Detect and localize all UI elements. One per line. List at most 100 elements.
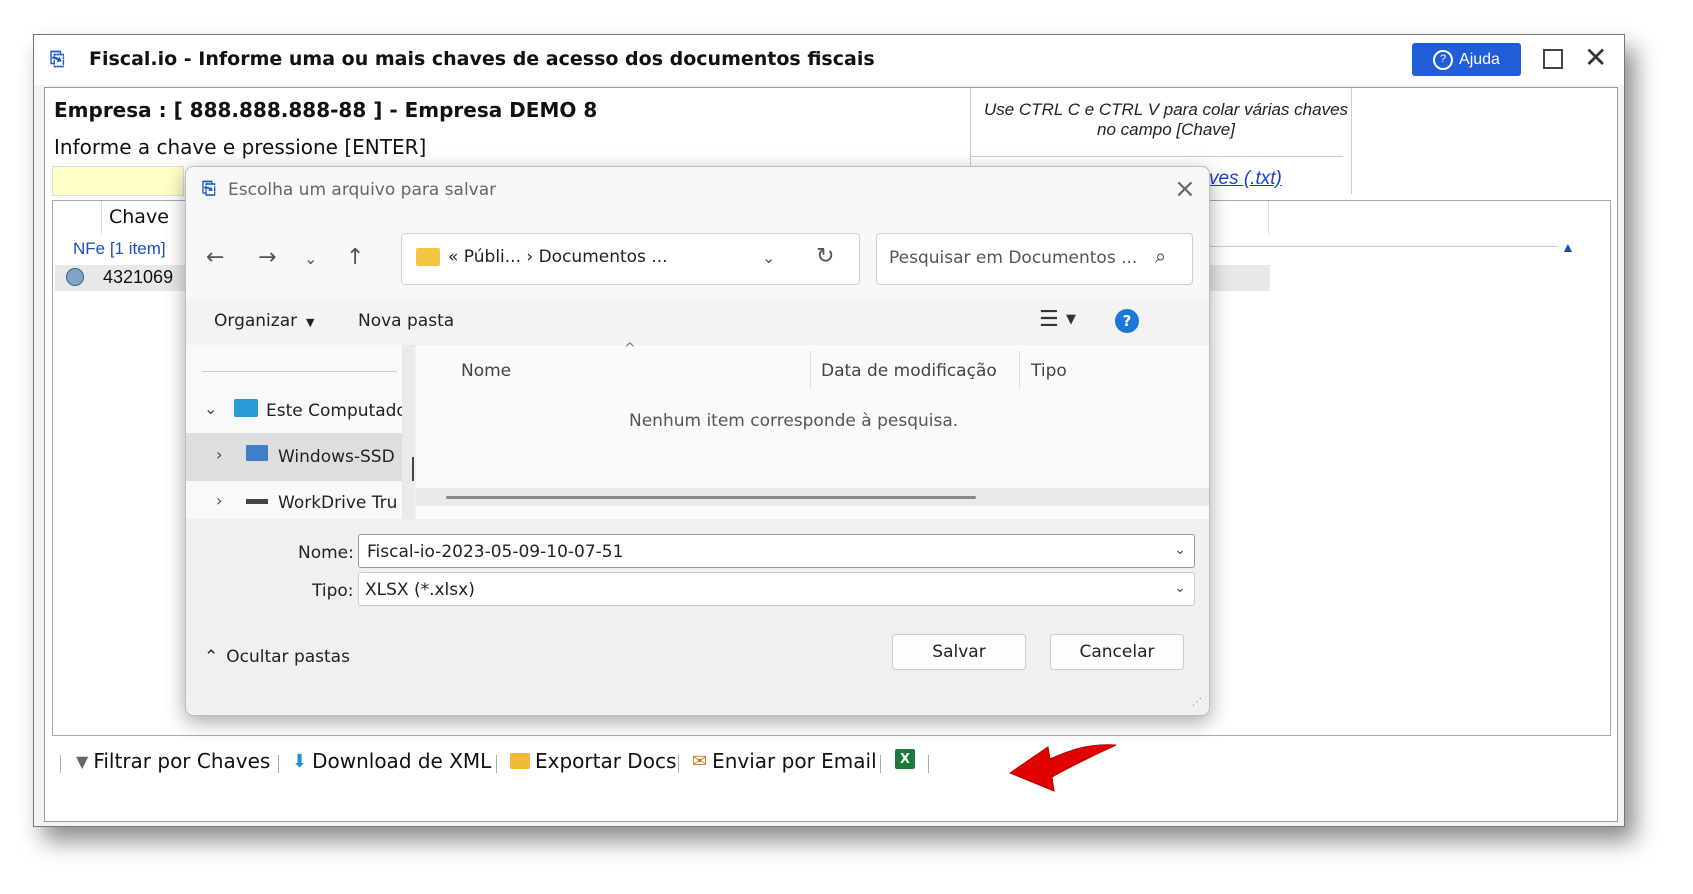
column-divider[interactable] [1019, 351, 1020, 389]
download-cloud-icon: ⬇ [292, 750, 308, 772]
divider [202, 371, 397, 372]
bottom-toolbar: ▼ Filtrar por Chaves ⬇ Download de XML E… [52, 743, 1609, 783]
toolbar-separator [880, 755, 881, 773]
filter-icon: ▼ [76, 751, 89, 771]
toolbar-separator [678, 755, 679, 773]
column-header-type[interactable]: Tipo [1031, 361, 1067, 381]
file-name-value: Fiscal-io-2023-05-09-10-07-51 [367, 542, 624, 562]
column-header-chave[interactable]: Chave [109, 206, 169, 228]
hide-folders-toggle[interactable]: ⌃ Ocultar pastas [204, 647, 350, 667]
tree-item-label: Este Computador [266, 401, 402, 421]
recent-locations-chevron-icon[interactable]: ⌄ [304, 249, 317, 268]
file-name-label: Nome: [298, 543, 354, 563]
dialog-title-bar: ⎘ Escolha um arquivo para salvar × [186, 167, 1209, 213]
collapse-chevron-up-icon[interactable]: ▲ [1561, 239, 1575, 255]
hide-folders-label: Ocultar pastas [226, 647, 350, 667]
chevron-right-icon[interactable]: › [216, 491, 222, 510]
column-header-name[interactable]: Nome [461, 361, 511, 381]
organize-label: Organizar [214, 311, 298, 331]
save-button[interactable]: Salvar [892, 634, 1026, 670]
tree-item-este-computador[interactable]: ⌄ Este Computador [186, 387, 402, 435]
group-row-nfe[interactable]: NFe [1 item] [73, 239, 166, 259]
export-docs-button[interactable]: Exportar Docs [510, 749, 676, 773]
send-email-button[interactable]: ✉ Enviar por Email [692, 749, 877, 773]
folder-export-icon [510, 753, 530, 769]
chevron-down-icon[interactable]: ⌄ [1174, 542, 1186, 558]
file-type-select[interactable]: XLSX (*.xlsx) ⌄ [358, 572, 1195, 606]
column-header-date[interactable]: Data de modificação [821, 361, 997, 381]
computer-icon [234, 399, 258, 417]
file-type-value: XLSX (*.xlsx) [365, 580, 475, 600]
cancel-button[interactable]: Cancelar [1050, 634, 1184, 670]
view-list-icon[interactable]: ☰ [1039, 307, 1059, 332]
empty-message: Nenhum item corresponde à pesquisa. [629, 411, 959, 431]
scrollbar[interactable] [402, 345, 414, 519]
dialog-title: Escolha um arquivo para salvar [228, 180, 497, 200]
toolbar-separator [496, 755, 497, 773]
instruction-label: Informe a chave e pressione [ENTER] [54, 135, 427, 159]
breadcrumb[interactable]: « Públi... › Documentos ... [448, 247, 668, 267]
key-input[interactable] [52, 166, 184, 196]
drive-icon [246, 499, 268, 504]
column-divider[interactable] [810, 351, 811, 389]
organize-button[interactable]: Organizar ▼ [214, 311, 314, 331]
export-excel-button[interactable]: X [895, 749, 915, 769]
search-placeholder: Pesquisar em Documentos ... [889, 248, 1138, 268]
back-arrow-icon[interactable]: ← [206, 245, 224, 270]
toolbar-separator [60, 755, 61, 773]
refresh-icon[interactable]: ↻ [816, 244, 834, 269]
filter-by-keys-button[interactable]: ▼ Filtrar por Chaves [76, 749, 270, 773]
column-divider [101, 201, 102, 235]
tree-item-label: WorkDrive Tru [278, 493, 398, 513]
help-label: Ajuda [1459, 50, 1500, 68]
download-label: Download de XML [312, 749, 492, 773]
chevron-down-icon[interactable]: ⌄ [1174, 580, 1186, 596]
chevron-right-icon[interactable]: › [216, 445, 222, 464]
folder-icon [416, 248, 440, 266]
search-input[interactable]: Pesquisar em Documentos ... ⌕ [876, 233, 1193, 285]
address-bar[interactable]: « Públi... › Documentos ... ⌄ ↻ [401, 233, 860, 285]
download-xml-button[interactable]: ⬇ Download de XML [292, 749, 491, 773]
command-bar: Organizar ▼ Nova pasta ☰ ▼ ? [186, 299, 1209, 346]
filter-label: Filtrar por Chaves [93, 749, 271, 773]
save-file-dialog: ⎘ Escolha um arquivo para salvar × ← → ⌄… [185, 166, 1210, 716]
up-arrow-icon[interactable]: ↑ [346, 245, 364, 270]
help-button[interactable]: ? Ajuda [1412, 43, 1521, 76]
import-txt-link[interactable]: ves (.txt) [1209, 168, 1282, 190]
navigation-pane: ⌄ Este Computador › Windows-SSD › WorkDr… [186, 345, 414, 519]
help-circle-icon: ? [1433, 49, 1454, 70]
caret-down-icon: ▼ [302, 316, 315, 329]
text-cursor [412, 457, 414, 481]
excel-icon: X [895, 749, 915, 769]
navigation-bar: ← → ⌄ ↑ « Públi... › Documentos ... ⌄ ↻ … [186, 213, 1209, 299]
close-icon[interactable]: × [1174, 174, 1196, 204]
maximize-icon[interactable] [1543, 49, 1563, 69]
document-status-icon [66, 268, 84, 286]
chevron-down-icon[interactable]: ⌄ [204, 399, 217, 418]
email-label: Enviar por Email [712, 749, 877, 773]
horizontal-scrollbar[interactable] [416, 488, 1209, 506]
sort-ascending-icon: ^ [624, 341, 636, 357]
toolbar-separator [928, 755, 929, 773]
app-icon: ⎘ [202, 179, 216, 199]
drive-icon [246, 445, 268, 461]
toolbar-separator [278, 755, 279, 773]
chevron-down-icon[interactable]: ⌄ [762, 248, 775, 267]
scrollbar-thumb[interactable] [446, 496, 976, 499]
chevron-up-icon: ⌃ [204, 647, 219, 667]
close-icon[interactable]: ✕ [1584, 43, 1607, 73]
window-title: Fiscal.io - Informe uma ou mais chaves d… [89, 48, 875, 70]
file-name-input[interactable]: Fiscal-io-2023-05-09-10-07-51 ⌄ [358, 534, 1195, 568]
export-label: Exportar Docs [535, 749, 677, 773]
tree-item-workdrive[interactable]: › WorkDrive Tru [186, 479, 402, 519]
file-list: ^ Nome Data de modificação Tipo Nenhum i… [416, 341, 1209, 519]
search-icon[interactable]: ⌕ [1155, 244, 1166, 268]
divider [971, 156, 1343, 157]
tree-item-windows-ssd[interactable]: › Windows-SSD [186, 433, 402, 481]
help-icon[interactable]: ? [1115, 309, 1139, 333]
new-folder-button[interactable]: Nova pasta [358, 311, 454, 331]
forward-arrow-icon[interactable]: → [258, 245, 276, 270]
caret-down-icon[interactable]: ▼ [1066, 312, 1076, 327]
file-type-label: Tipo: [312, 581, 354, 601]
resize-grip-icon[interactable]: ⋰ [1192, 697, 1202, 708]
